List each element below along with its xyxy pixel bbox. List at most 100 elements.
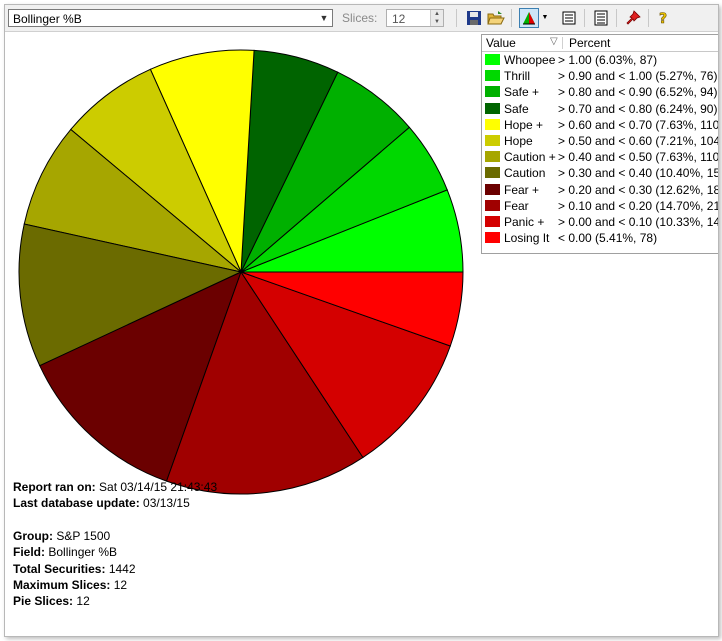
column-divider[interactable] — [562, 37, 563, 49]
legend-range: < 0.00 (5.41%, 78) — [558, 231, 658, 246]
legend-label: Safe — [504, 101, 529, 116]
legend-row[interactable]: Caution + > 0.40 and < 0.50 (7.63%, 110) — [482, 149, 719, 165]
legend-label: Hope + — [504, 117, 544, 132]
legend-row[interactable]: Caution > 0.30 and < 0.40 (10.40%, 150) — [482, 165, 719, 181]
legend-range: > 0.30 and < 0.40 (10.40%, 150) — [558, 166, 719, 181]
toolbar-separator — [456, 9, 457, 27]
legend-swatch — [485, 215, 500, 227]
db-update-value: 03/13/15 — [143, 496, 190, 511]
legend-swatch — [485, 199, 500, 211]
max-slices-value: 12 — [113, 578, 128, 593]
open-button[interactable] — [486, 8, 506, 28]
db-update-label: Last database update: — [13, 496, 140, 511]
legend-range: > 0.60 and < 0.70 (7.63%, 110) — [558, 117, 719, 132]
spin-down-icon[interactable]: ▼ — [430, 18, 443, 26]
field-select[interactable]: Bollinger %B ▼ — [8, 9, 333, 27]
group-label: Group: — [13, 528, 53, 543]
folder-open-icon — [487, 11, 505, 25]
pin-icon — [626, 10, 641, 25]
help-button[interactable]: ? — [653, 8, 673, 28]
legend-col-percent[interactable]: Percent — [569, 36, 610, 50]
legend-swatch — [485, 54, 500, 65]
legend-col-value[interactable]: Value — [486, 36, 516, 50]
legend-label: Hope — [504, 133, 533, 148]
legend-row[interactable]: Safe + > 0.80 and < 0.90 (6.52%, 94) — [482, 84, 718, 100]
legend-range: > 1.00 (6.03%, 87) — [558, 53, 658, 67]
legend-row[interactable]: Fear > 0.10 and < 0.20 (14.70%, 212) — [482, 198, 719, 214]
legend-row[interactable]: Panic + > 0.00 and < 0.10 (10.33%, 149) — [482, 214, 719, 230]
chevron-down-icon[interactable]: ▼ — [316, 10, 332, 26]
spin-up-icon[interactable]: ▲ — [430, 10, 443, 18]
slices-label: Slices: — [342, 11, 378, 25]
legend-swatch — [485, 183, 500, 195]
legend-row[interactable]: Whoopee > 1.00 (6.03%, 87) — [482, 52, 718, 68]
legend-row[interactable]: Safe > 0.70 and < 0.80 (6.24%, 90) — [482, 101, 718, 117]
report-window: Bollinger %B ▼ Slices: 12 ▲ ▼ ▼ ? Value … — [4, 4, 719, 637]
max-slices-label: Maximum Slices: — [13, 578, 111, 593]
field-label: Field: — [13, 545, 45, 560]
help-icon: ? — [659, 11, 668, 26]
report-info: Report ran on: Sat 03/14/15 21:43:43 Las… — [13, 479, 217, 610]
sort-icon[interactable]: ▽ — [550, 36, 558, 47]
slices-value: 12 — [392, 12, 406, 26]
legend-row[interactable]: Fear + > 0.20 and < 0.30 (12.62%, 182) — [482, 182, 719, 198]
toolbar-separator — [616, 9, 617, 27]
save-button[interactable] — [464, 8, 484, 28]
legend-range: > 0.90 and < 1.00 (5.27%, 76) — [558, 69, 718, 84]
legend-panel: Value ▽ Percent Whoopee > 1.00 (6.03%, 87… — [481, 34, 719, 254]
field-value: Bollinger %B — [48, 545, 118, 560]
report-ran-value: Sat 03/14/15 21:43:43 — [99, 480, 218, 494]
legend-rows: Whoopee > 1.00 (6.03%, 87) Thrill > 0.90 an… — [482, 52, 719, 246]
legend-label: Caution — [504, 166, 546, 181]
field-select-value: Bollinger %B — [13, 12, 82, 26]
toolbar-separator — [511, 9, 512, 27]
chart-type-dropdown-icon[interactable]: ▼ — [540, 8, 550, 28]
total-securities-label: Total Securities: — [13, 561, 106, 576]
svg-text:?: ? — [659, 11, 667, 26]
legend-range: > 0.50 and < 0.60 (7.21%, 104) — [558, 133, 719, 148]
legend-swatch — [485, 167, 500, 179]
pie-chart-icon — [523, 12, 535, 25]
legend-row[interactable]: Thrill > 0.90 and < 1.00 (5.27%, 76) — [482, 68, 718, 84]
legend-label: Fear — [504, 198, 529, 213]
legend-row[interactable]: Hope + > 0.60 and < 0.70 (7.63%, 110) — [482, 117, 719, 133]
legend-range: > 0.40 and < 0.50 (7.63%, 110) — [558, 150, 719, 165]
toolbar-separator — [648, 9, 649, 27]
legend-swatch — [485, 118, 500, 130]
group-value: S&P 1500 — [56, 528, 111, 543]
legend-row[interactable]: Hope > 0.50 and < 0.60 (7.21%, 104) — [482, 133, 719, 149]
legend-label: Panic + — [504, 214, 545, 229]
legend-range: > 0.00 and < 0.10 (10.33%, 149) — [558, 214, 719, 229]
report-ran-label: Report ran on: — [13, 480, 96, 494]
legend-label: Safe + — [504, 85, 540, 100]
legend-swatch — [485, 102, 500, 114]
report-button[interactable] — [591, 8, 611, 28]
legend-label: Fear + — [504, 182, 540, 197]
legend-header: Value ▽ Percent — [482, 35, 718, 52]
slices-spinner[interactable]: 12 ▲ ▼ — [386, 9, 444, 27]
legend-range: > 0.80 and < 0.90 (6.52%, 94) — [558, 85, 718, 100]
legend-label: Thrill — [504, 69, 530, 84]
legend-range: > 0.10 and < 0.20 (14.70%, 212) — [558, 198, 719, 213]
legend-label: Caution + — [504, 150, 556, 165]
legend-swatch — [485, 151, 500, 163]
pin-button[interactable] — [623, 8, 643, 28]
legend-label: Losing It — [504, 231, 550, 246]
legend-swatch — [485, 134, 500, 146]
list-icon — [562, 11, 576, 25]
legend-swatch — [485, 86, 500, 98]
save-icon — [467, 11, 481, 25]
legend-label: Whoopee — [504, 53, 556, 67]
pie-chart — [10, 45, 472, 507]
pie-chart-button[interactable] — [519, 8, 539, 28]
toolbar-separator — [584, 9, 585, 27]
legend-row[interactable]: Losing It < 0.00 (5.41%, 78) — [482, 230, 718, 246]
legend-range: > 0.20 and < 0.30 (12.62%, 182) — [558, 182, 719, 197]
report-icon — [594, 10, 608, 26]
total-securities-value: 1442 — [108, 561, 136, 576]
legend-swatch — [485, 232, 500, 244]
pie-slices-label: Pie Slices: — [13, 594, 74, 609]
list-view-button[interactable] — [559, 8, 579, 28]
legend-range: > 0.70 and < 0.80 (6.24%, 90) — [558, 101, 718, 116]
